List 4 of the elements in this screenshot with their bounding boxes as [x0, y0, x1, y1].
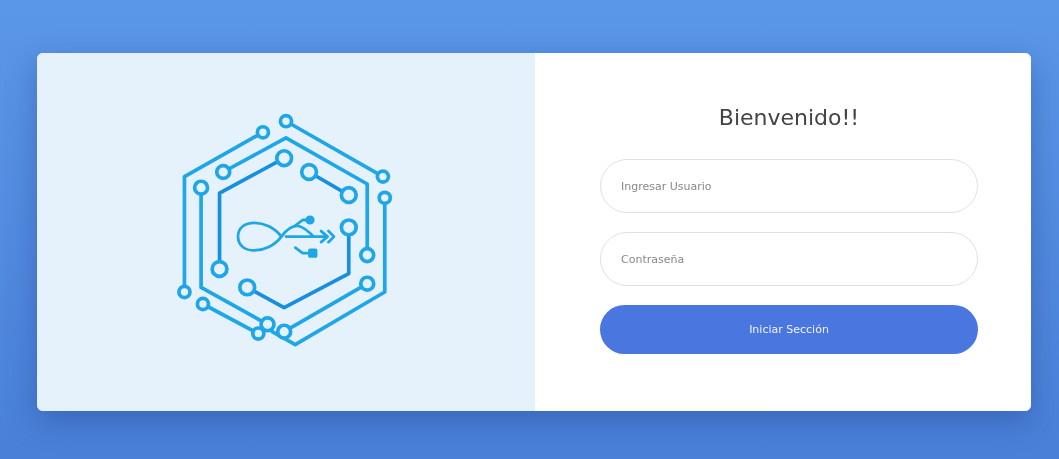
password-field[interactable]: Contraseña [600, 232, 978, 287]
login-button[interactable]: Iniciar Sección [600, 305, 978, 355]
welcome-title: Bienvenido!! [717, 105, 861, 132]
username-field[interactable]: Ingresar Usuario [600, 159, 978, 214]
